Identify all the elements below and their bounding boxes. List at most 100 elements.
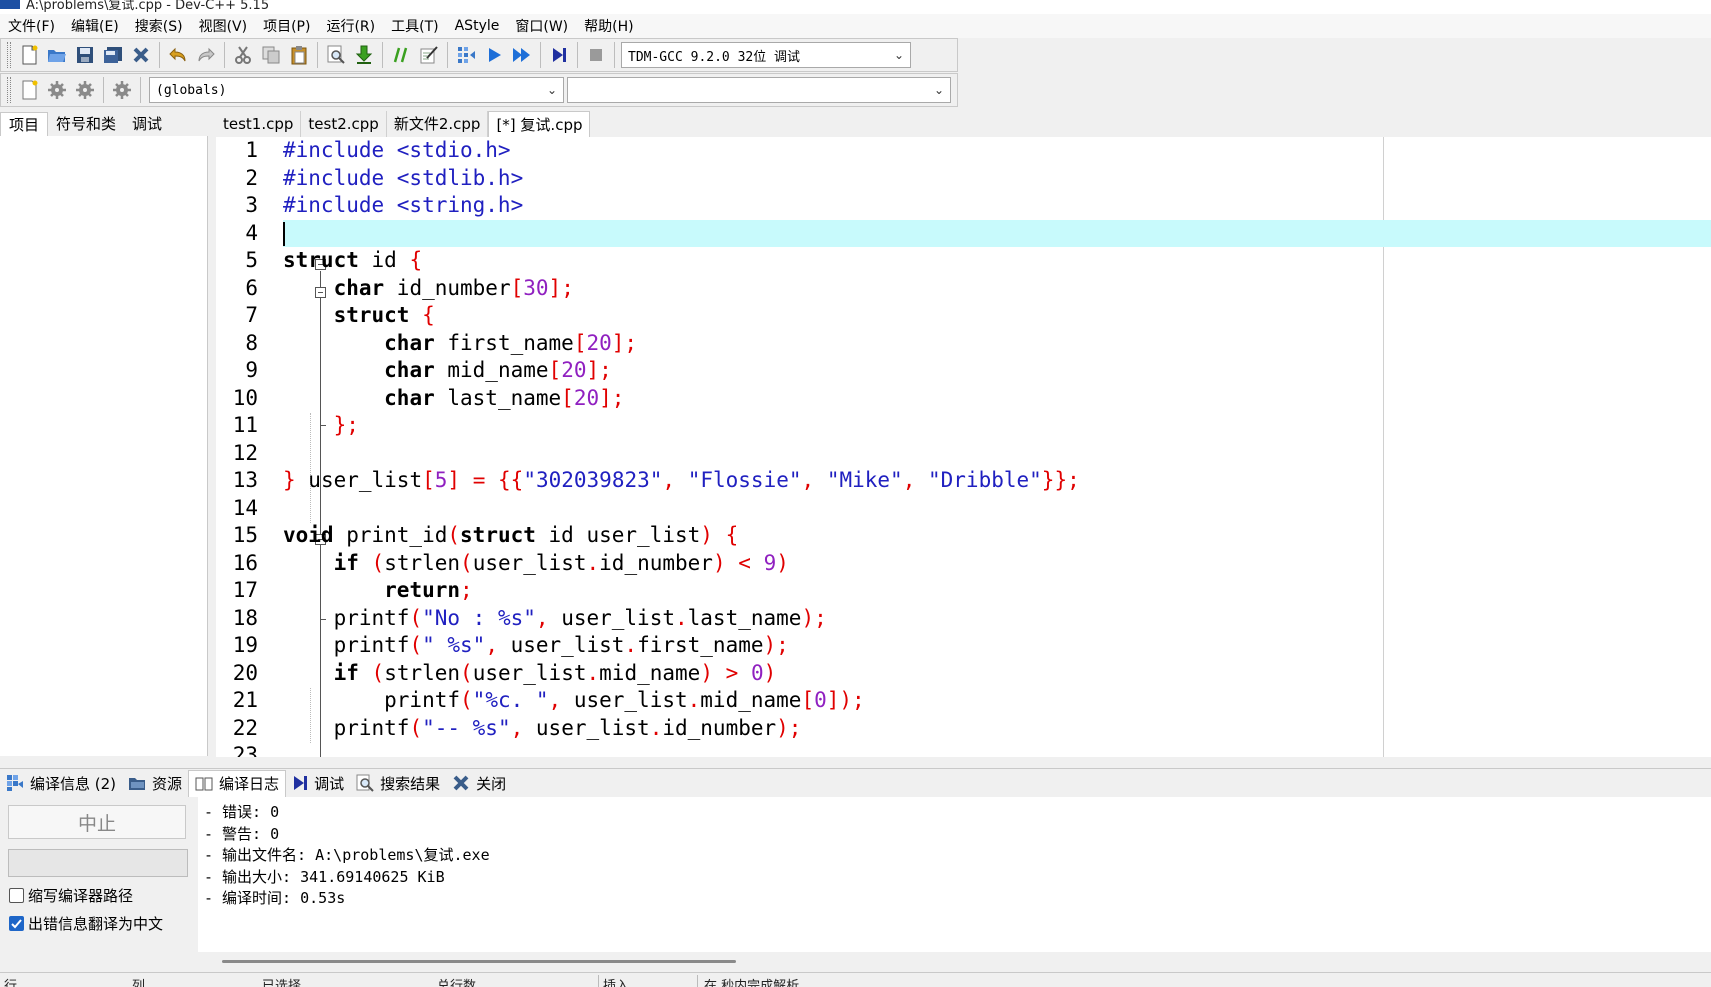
menu-run[interactable]: 运行(R) [318,16,383,36]
code-token: ); [801,605,827,630]
find-icon[interactable] [322,41,350,69]
comment-icon[interactable] [387,41,415,69]
paste-icon[interactable] [285,41,313,69]
tab-debug-panel[interactable]: 调试 [286,770,350,797]
code-line[interactable]: 9 char mid_name[20]; [245,357,1711,385]
code-line[interactable]: 17 return; [233,577,1711,605]
close-file-icon[interactable] [127,41,155,69]
gear-icon[interactable] [71,76,99,104]
code-line[interactable]: 6 char id_number[30]; [245,275,1711,303]
checkbox-unchecked[interactable] [9,888,24,903]
code-line[interactable]: 22 printf("-- %s", user_list.id_number); [233,715,1711,743]
code-token: > [725,660,739,685]
gear-icon[interactable] [43,76,71,104]
code-line[interactable]: 7 struct { [245,302,1711,330]
compiler-select-value: TDM-GCC 9.2.0 32位 调试 [628,49,801,65]
tab-search-results[interactable]: 搜索结果 [350,770,446,797]
copy-icon[interactable] [257,41,285,69]
grid-icon [7,775,23,791]
toolbar-grip[interactable] [7,42,11,68]
undo-icon[interactable] [164,41,192,69]
code-token: ( [409,605,423,630]
member-select[interactable]: ⌄ [567,77,951,103]
run-icon[interactable] [480,41,508,69]
app-icon [0,0,20,9]
status-selected: 已选择 [262,979,302,987]
code-token: ( [371,660,385,685]
code-line[interactable]: 5 struct id { [245,247,1711,275]
gear-icon[interactable] [108,76,136,104]
goto-icon[interactable] [350,41,378,69]
code-token: 5 [434,468,448,492]
format-icon[interactable] [415,41,443,69]
code-line[interactable]: 11 }; [233,412,1711,440]
debug-icon[interactable] [545,41,573,69]
code-line[interactable]: 19 printf(" %s", user_list.first_name); [233,632,1711,660]
menu-view[interactable]: 视图(V) [191,16,256,36]
scrollbar-thumb[interactable] [222,960,736,963]
menu-tools[interactable]: 工具(T) [383,16,446,36]
compile-log[interactable]: - 错误: 0 - 警告: 0 - 输出文件名: A:\problems\复试.… [198,797,1711,952]
tab-compile-log[interactable]: 编译日志 [188,769,287,797]
compiler-select[interactable]: TDM-GCC 9.2.0 32位 调试 ⌄ [621,42,911,68]
new-class-icon[interactable] [15,76,43,104]
tab-resources[interactable]: 资源 [122,770,188,797]
file-tab-new2[interactable]: 新文件2.cpp [387,111,489,137]
log-horizontal-scrollbar[interactable] [198,952,1711,972]
menu-file[interactable]: 文件(F) [0,16,63,36]
code-line[interactable]: 14 [233,495,1711,523]
file-tab-test1[interactable]: test1.cpp [216,111,302,137]
code-token: 30 [523,275,549,300]
menu-edit[interactable]: 编辑(E) [63,16,127,36]
tab-symbols[interactable]: 符号和类 [48,112,124,137]
search-icon [356,774,374,792]
code-line[interactable]: 12 [233,440,1711,468]
tab-debug[interactable]: 调试 [124,112,170,137]
menu-project[interactable]: 项目(P) [255,16,318,36]
open-file-icon[interactable] [43,41,71,69]
compile-icon[interactable] [452,41,480,69]
code-line[interactable]: 21 printf("%c. ", user_list.mid_name[0])… [233,687,1711,715]
menu-astyle[interactable]: AStyle [447,18,508,34]
line-number: 11 [232,413,258,437]
code-line[interactable]: 8 char first_name[20]; [245,330,1711,358]
code-token: [ [510,275,524,300]
checkmark-icon[interactable] [9,916,24,931]
code-line[interactable]: 18 printf("No : %s", user_list.last_name… [233,605,1711,633]
toolbar-grip[interactable] [7,77,11,103]
cut-icon[interactable] [229,41,257,69]
code-editor[interactable]: 1 #include <stdio.h> 2 #include <stdlib.h> 3… [216,137,1711,757]
scope-select[interactable]: (globals) ⌄ [149,77,564,103]
code-line[interactable]: 4 [245,219,1711,247]
stop-icon[interactable] [582,41,610,69]
file-tab-fushi[interactable]: [*] 复试.cpp [488,111,591,137]
menu-help[interactable]: 帮助(H) [576,16,641,36]
compile-run-icon[interactable] [508,41,536,69]
code-line[interactable]: 16 if (strlen(user_list.id_number) < 9) [233,550,1711,578]
tab-close[interactable]: 关闭 [446,770,512,797]
menu-search[interactable]: 搜索(S) [127,16,191,36]
code-token: {{ [498,468,524,492]
menu-window[interactable]: 窗口(W) [507,16,576,36]
code-line[interactable]: 10 char last_name[20]; [233,385,1711,413]
file-tab-test2[interactable]: test2.cpp [301,111,387,137]
shorten-path-checkbox[interactable]: 缩写编译器路径 [9,885,133,906]
tab-project[interactable]: 项目 [0,112,49,137]
code-line[interactable]: 15 void print_id(struct id user_list) { [233,522,1711,550]
code-line[interactable]: 2 #include <stdlib.h> [245,165,1711,193]
stop-button[interactable]: 中止 [8,805,186,839]
tab-compiler-messages[interactable]: 编译信息 (2) [0,770,122,797]
tab-debug-panel-label: 调试 [314,774,345,793]
code-line[interactable]: 3 #include <string.h> [245,192,1711,220]
code-line[interactable]: 1 #include <stdio.h> [245,137,1711,165]
translate-errors-checkbox[interactable]: 出错信息翻译为中文 [9,913,163,934]
code-line[interactable]: 20 if (strlen(user_list.mid_name) > 0) [233,660,1711,688]
save-icon[interactable] [71,41,99,69]
code-line[interactable]: 13} user_list[5] = {{"302039823", "Floss… [233,467,1711,495]
redo-icon[interactable] [192,41,220,69]
new-file-icon[interactable] [15,41,43,69]
save-all-icon[interactable] [99,41,127,69]
code-line[interactable]: 23 [233,742,1711,757]
